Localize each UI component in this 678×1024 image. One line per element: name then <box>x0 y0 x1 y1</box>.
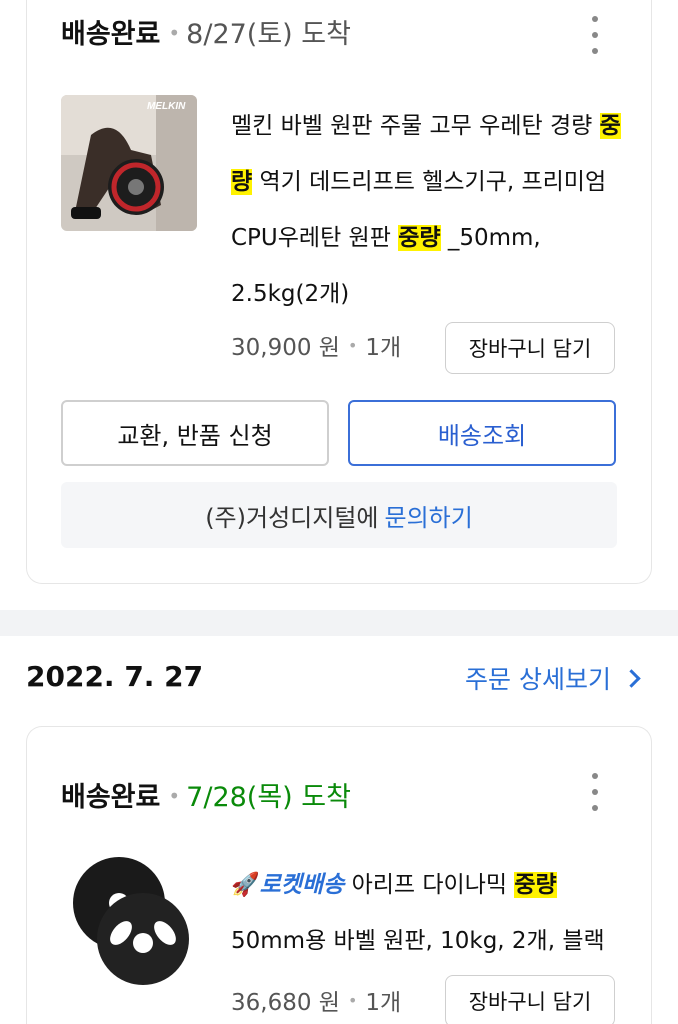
order-card: 배송완료 • 8/27(토) 도착 MELKIN 멜킨 바벨 원판 주물 고무 … <box>26 0 652 584</box>
order-detail-link[interactable]: 주문 상세보기 <box>465 660 641 696</box>
price-quantity: 30,900 원 • 1개 <box>231 328 401 362</box>
separator-dot: • <box>168 784 181 808</box>
seller-name: (주)거성디지털에 <box>205 503 379 532</box>
barbell-plate-photo: MELKIN <box>61 95 197 231</box>
separator-dot: • <box>347 990 358 1010</box>
chevron-right-icon <box>622 668 641 688</box>
rocket-delivery-badge: 로켓배송 <box>259 872 345 898</box>
rocket-icon: 🚀 <box>231 872 260 898</box>
product-thumbnail[interactable] <box>61 853 197 989</box>
price-quantity: 36,680 원 • 1개 <box>231 983 401 1017</box>
quantity: 1개 <box>365 990 402 1016</box>
keyword-highlight: 중량 <box>514 872 557 898</box>
arrival-date: 8/27(토) 도착 <box>186 19 351 50</box>
track-delivery-button[interactable]: 배송조회 <box>348 400 616 466</box>
delivery-status: 배송완료 • 7/28(목) 도착 <box>61 775 351 814</box>
product-thumbnail[interactable]: MELKIN <box>61 95 197 231</box>
product-title[interactable]: 멜킨 바벨 원판 주물 고무 우레탄 경량 중량 역기 데드리프트 헬스기구, … <box>231 98 621 322</box>
keyword-highlight: 중량 <box>398 225 441 251</box>
order-card: 배송완료 • 7/28(목) 도착 🚀로켓배송 아리프 다이나믹 중량 50mm… <box>26 726 652 1024</box>
arrival-date: 7/28(목) 도착 <box>186 782 351 813</box>
separator-dot: • <box>347 335 358 355</box>
order-detail-label: 주문 상세보기 <box>465 665 611 694</box>
weight-plates-photo <box>61 853 197 989</box>
more-options-icon[interactable] <box>591 773 599 811</box>
price: 30,900 원 <box>231 335 340 361</box>
section-divider <box>0 610 678 636</box>
product-title-text: 50mm용 바벨 원판, 10kg, 2개, 블랙 <box>231 928 605 954</box>
status-label: 배송완료 <box>61 19 161 50</box>
brand-logo-text: MELKIN <box>147 101 186 112</box>
inquiry-link[interactable]: 문의하기 <box>384 498 472 533</box>
add-to-cart-button[interactable]: 장바구니 담기 <box>445 322 615 374</box>
add-to-cart-button[interactable]: 장바구니 담기 <box>445 975 615 1024</box>
delivery-status: 배송완료 • 8/27(토) 도착 <box>61 12 351 51</box>
more-options-icon[interactable] <box>591 16 599 54</box>
quantity: 1개 <box>365 335 402 361</box>
separator-dot: • <box>168 21 181 45</box>
product-title[interactable]: 🚀로켓배송 아리프 다이나믹 중량 50mm용 바벨 원판, 10kg, 2개,… <box>231 857 621 969</box>
seller-inquiry: (주)거성디지털에 문의하기 <box>61 482 617 548</box>
price: 36,680 원 <box>231 990 340 1016</box>
order-date: 2022. 7. 27 <box>26 660 204 693</box>
status-label: 배송완료 <box>61 782 161 813</box>
exchange-return-button[interactable]: 교환, 반품 신청 <box>61 400 329 466</box>
product-title-text: 아리프 다이나믹 <box>344 872 515 898</box>
product-title-text: 멜킨 바벨 원판 주물 고무 우레탄 경량 <box>231 113 600 139</box>
